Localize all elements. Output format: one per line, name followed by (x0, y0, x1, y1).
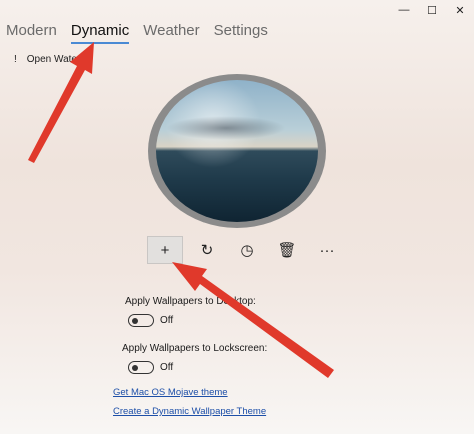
wallpaper-preview (148, 74, 326, 228)
more-options-button[interactable]: ··· (311, 236, 343, 264)
create-theme-link[interactable]: Create a Dynamic Wallpaper Theme (113, 406, 266, 417)
minimize-button[interactable]: — (390, 0, 418, 20)
arrow-to-add-button (172, 262, 334, 378)
tab-dynamic[interactable]: Dynamic (70, 22, 130, 44)
cloud-shape (166, 116, 286, 140)
ocean-wallpaper-image (156, 80, 318, 222)
refresh-icon[interactable]: ↻ (191, 236, 223, 264)
close-button[interactable]: ✕ (446, 0, 474, 20)
desktop-toggle-row[interactable]: Off (128, 314, 173, 327)
tab-bar: Modern Dynamic Weather Settings (6, 22, 268, 44)
notice-bar: ! Open Wate (14, 54, 77, 65)
clock-icon[interactable]: ◷ (231, 236, 263, 264)
add-button[interactable]: + (147, 236, 183, 264)
lockscreen-toggle-row[interactable]: Off (128, 361, 173, 374)
alert-icon: ! (14, 54, 17, 65)
mojave-theme-link[interactable]: Get Mac OS Mojave theme (113, 387, 228, 398)
notice-text: Open Wate (26, 54, 77, 65)
desktop-toggle[interactable] (128, 314, 154, 327)
lockscreen-setting-label: Apply Wallpapers to Lockscreen: (122, 343, 268, 354)
maximize-button[interactable]: ☐ (418, 0, 446, 20)
tab-weather[interactable]: Weather (143, 22, 199, 44)
lockscreen-toggle-state: Off (160, 362, 174, 373)
wallpaper-toolbar: + ↻ ◷ 🗑 ··· (147, 236, 343, 264)
desktop-setting-label: Apply Wallpapers to Desktop: (125, 296, 256, 307)
tab-modern[interactable]: Modern (6, 22, 57, 44)
trash-icon[interactable]: 🗑 (271, 236, 303, 264)
window-controls: — ☐ ✕ (390, 0, 474, 20)
tab-settings[interactable]: Settings (214, 22, 268, 44)
lockscreen-toggle[interactable] (128, 361, 154, 374)
desktop-toggle-state: Off (160, 315, 174, 326)
